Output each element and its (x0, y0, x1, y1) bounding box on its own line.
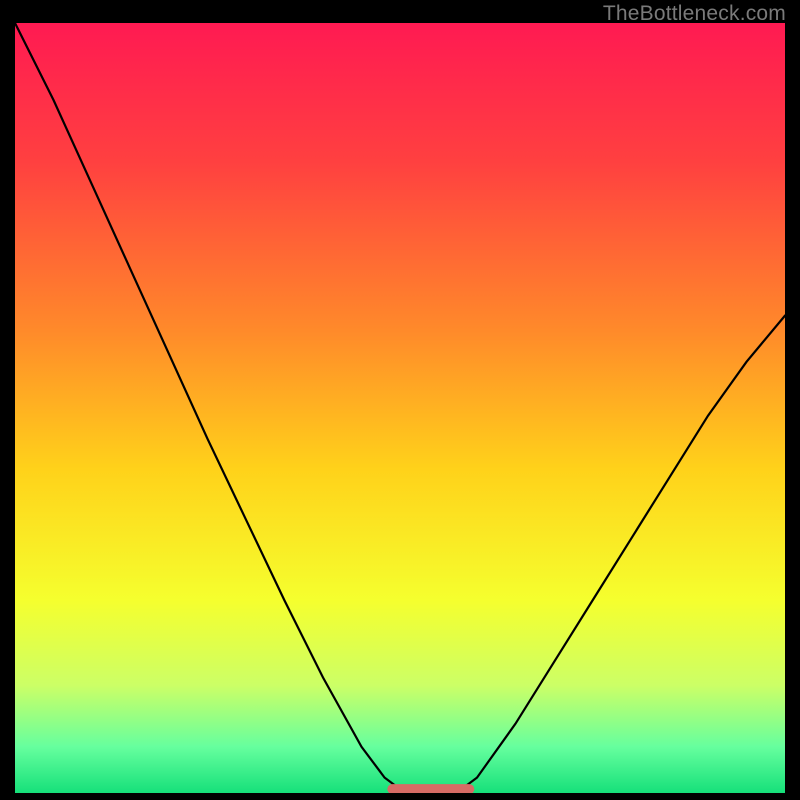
chart-frame (15, 23, 785, 793)
gradient-background (15, 23, 785, 793)
bottleneck-chart (15, 23, 785, 793)
